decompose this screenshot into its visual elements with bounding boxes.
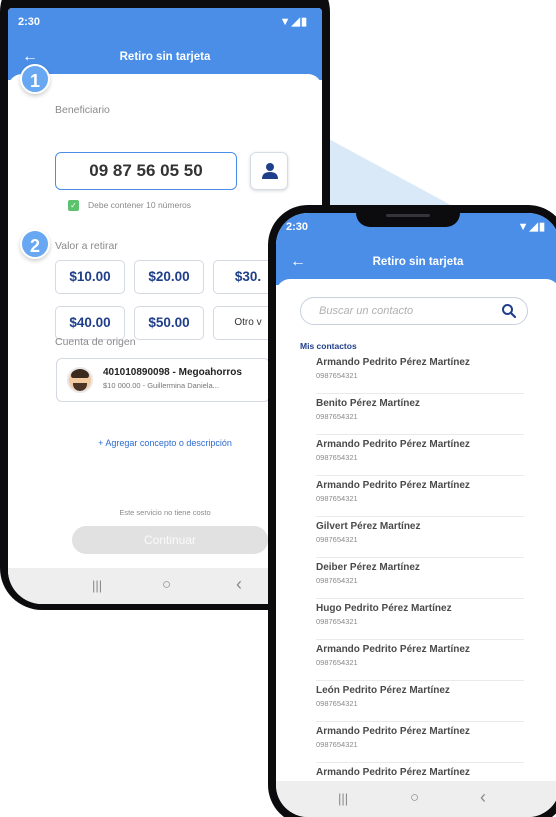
status-bar: 2:30 ▼◢▮ (8, 8, 322, 36)
contact-name: Hugo Pedrito Pérez Martínez (316, 603, 452, 614)
contact-phone: 0987654321 (316, 658, 358, 667)
check-icon: ✓ (68, 200, 79, 211)
search-input[interactable]: Buscar un contacto (300, 297, 528, 325)
contacts-section-title: Mis contactos (300, 341, 357, 351)
contact-phone: 0987654321 (316, 699, 358, 708)
amount-option[interactable]: $20.00 (134, 260, 204, 294)
step-badge-1: 1 (20, 64, 50, 94)
right-phone: 2:30 ▼◢▮ ← Retiro sin tarjeta Buscar un … (268, 205, 556, 817)
contact-phone: 0987654321 (316, 412, 358, 421)
page-title: Retiro sin tarjeta (372, 256, 464, 268)
contact-phone: 0987654321 (316, 576, 358, 585)
contact-phone: 0987654321 (316, 535, 358, 544)
recents-icon[interactable]: ||| (92, 578, 102, 593)
contact-name: Armando Pedrito Pérez Martínez (316, 726, 470, 737)
home-icon[interactable]: ○ (162, 576, 171, 593)
beneficiary-label: Beneficiario (55, 104, 110, 116)
contact-row[interactable]: Armando Pedrito Pérez Martínez 0987654321 (316, 476, 524, 517)
search-placeholder: Buscar un contacto (319, 305, 414, 317)
contact-name: Armando Pedrito Pérez Martínez (316, 644, 470, 655)
phone-notch (356, 205, 460, 227)
amount-option[interactable]: $10.00 (55, 260, 125, 294)
origin-account-label: Cuenta de origen (55, 336, 136, 348)
contact-row[interactable]: Armando Pedrito Pérez Martínez 0987654321 (316, 640, 524, 681)
contact-name: Armando Pedrito Pérez Martínez (316, 767, 470, 778)
contacts-sheet: Buscar un contacto Mis contactos Armando… (276, 279, 556, 804)
amount-label: Valor a retirar (55, 240, 118, 252)
contact-row[interactable]: Gilvert Pérez Martínez 0987654321 (316, 517, 524, 558)
contact-row[interactable]: Armando Pedrito Pérez Martínez 0987654321 (316, 435, 524, 476)
status-time: 2:30 (286, 221, 309, 233)
signal-wifi-battery-icon: ▼◢▮ (517, 221, 546, 233)
contact-name: Benito Pérez Martínez (316, 398, 420, 409)
contact-row[interactable]: Armando Pedrito Pérez Martínez 0987654321 (316, 722, 524, 763)
contact-row[interactable]: Hugo Pedrito Pérez Martínez 0987654321 (316, 599, 524, 640)
contact-name: Deiber Pérez Martínez (316, 562, 420, 573)
origin-account-card[interactable]: 401010890098 - Megoahorros $10 000.00 - … (56, 358, 270, 402)
search-icon[interactable] (501, 303, 517, 319)
contact-phone: 0987654321 (316, 371, 358, 380)
contact-phone: 0987654321 (316, 494, 358, 503)
validation-text: Debe contener 10 números (88, 200, 192, 210)
contact-name: Armando Pedrito Pérez Martínez (316, 480, 470, 491)
signal-wifi-battery-icon: ▼◢▮ (279, 16, 308, 28)
avatar (67, 367, 93, 393)
contact-phone: 0987654321 (316, 617, 358, 626)
contact-picker-button[interactable] (250, 152, 288, 190)
step-badge-2: 2 (20, 229, 50, 259)
amount-option[interactable]: $40.00 (55, 306, 125, 340)
right-screen: 2:30 ▼◢▮ ← Retiro sin tarjeta Buscar un … (276, 213, 556, 817)
home-icon[interactable]: ○ (410, 789, 419, 806)
beneficiary-input[interactable]: 09 87 56 05 50 (55, 152, 237, 190)
contact-phone: 0987654321 (316, 453, 358, 462)
contact-name: León Pedrito Pérez Martínez (316, 685, 450, 696)
page-title: Retiro sin tarjeta (119, 51, 211, 63)
android-nav-bar: ||| ○ ‹ (276, 781, 556, 817)
continue-button[interactable]: Continuar (72, 526, 268, 554)
contact-phone: 0987654321 (316, 740, 358, 749)
recents-icon[interactable]: ||| (338, 791, 348, 806)
account-name: 401010890098 - Megoahorros (103, 367, 242, 378)
contact-row[interactable]: León Pedrito Pérez Martínez 0987654321 (316, 681, 524, 722)
account-balance: $10 000.00 - Guillermina Daniela... (103, 381, 219, 390)
amount-option[interactable]: $50.00 (134, 306, 204, 340)
contact-name: Armando Pedrito Pérez Martínez (316, 357, 470, 368)
back-icon[interactable]: ‹ (480, 787, 486, 808)
back-icon[interactable]: ‹ (236, 574, 242, 595)
status-time: 2:30 (18, 16, 41, 28)
contact-row[interactable]: Armando Pedrito Pérez Martínez 0987654321 (316, 353, 524, 394)
contact-name: Armando Pedrito Pérez Martínez (316, 439, 470, 450)
contact-row[interactable]: Benito Pérez Martínez 0987654321 (316, 394, 524, 435)
contact-name: Gilvert Pérez Martínez (316, 521, 421, 532)
contact-row[interactable]: Deiber Pérez Martínez 0987654321 (316, 558, 524, 599)
person-icon (262, 163, 278, 179)
